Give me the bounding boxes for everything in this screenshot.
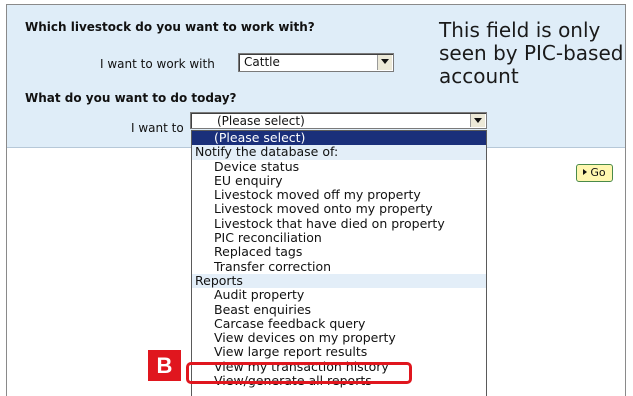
callout-badge: B [148,350,181,381]
livestock-select-value: Cattle [244,55,280,69]
go-button-label: Go [590,166,606,179]
go-button[interactable]: Go [576,164,613,182]
dropdown-option[interactable]: View devices on my property [192,330,486,345]
dropdown-option[interactable]: Livestock moved off my property [192,187,486,202]
dropdown-option[interactable]: View large report results [192,345,486,360]
dropdown-option[interactable]: Livestock moved onto my property [192,202,486,217]
dropdown-option[interactable]: Transfer correction [192,259,486,274]
dropdown-option[interactable]: EU enquiry [192,173,486,188]
transaction-history-highlight [186,362,412,384]
dropdown-option[interactable]: PIC reconciliation [192,230,486,245]
livestock-select[interactable]: Cattle [238,53,394,72]
dropdown-option[interactable]: Livestock that have died on property [192,216,486,231]
dropdown-option-please-select[interactable]: (Please select) [192,131,486,146]
action-dropdown-list[interactable]: (Please select) Notify the database of: … [191,130,487,396]
dropdown-option[interactable]: Replaced tags [192,245,486,260]
pic-account-note: This field is only seen by PIC-based acc… [439,18,624,88]
action-select[interactable]: (Please select) [190,112,487,129]
dropdown-option[interactable]: Beast enquiries [192,302,486,317]
action-select-value: (Please select) [217,114,305,128]
chevron-down-icon[interactable] [377,55,392,70]
dropdown-option[interactable]: Device status [192,159,486,174]
dropdown-option[interactable]: Audit property [192,287,486,302]
action-label: I want to [131,121,184,135]
action-question: What do you want to do today? [25,91,237,105]
dropdown-group-reports: Reports [192,273,486,289]
dropdown-option[interactable]: Carcase feedback query [192,316,486,331]
play-arrow-icon [583,169,588,175]
dropdown-group-notify: Notify the database of: [192,144,486,160]
livestock-label: I want to work with [100,57,215,71]
chevron-down-icon[interactable] [470,114,485,127]
livestock-question: Which livestock do you want to work with… [25,20,315,34]
